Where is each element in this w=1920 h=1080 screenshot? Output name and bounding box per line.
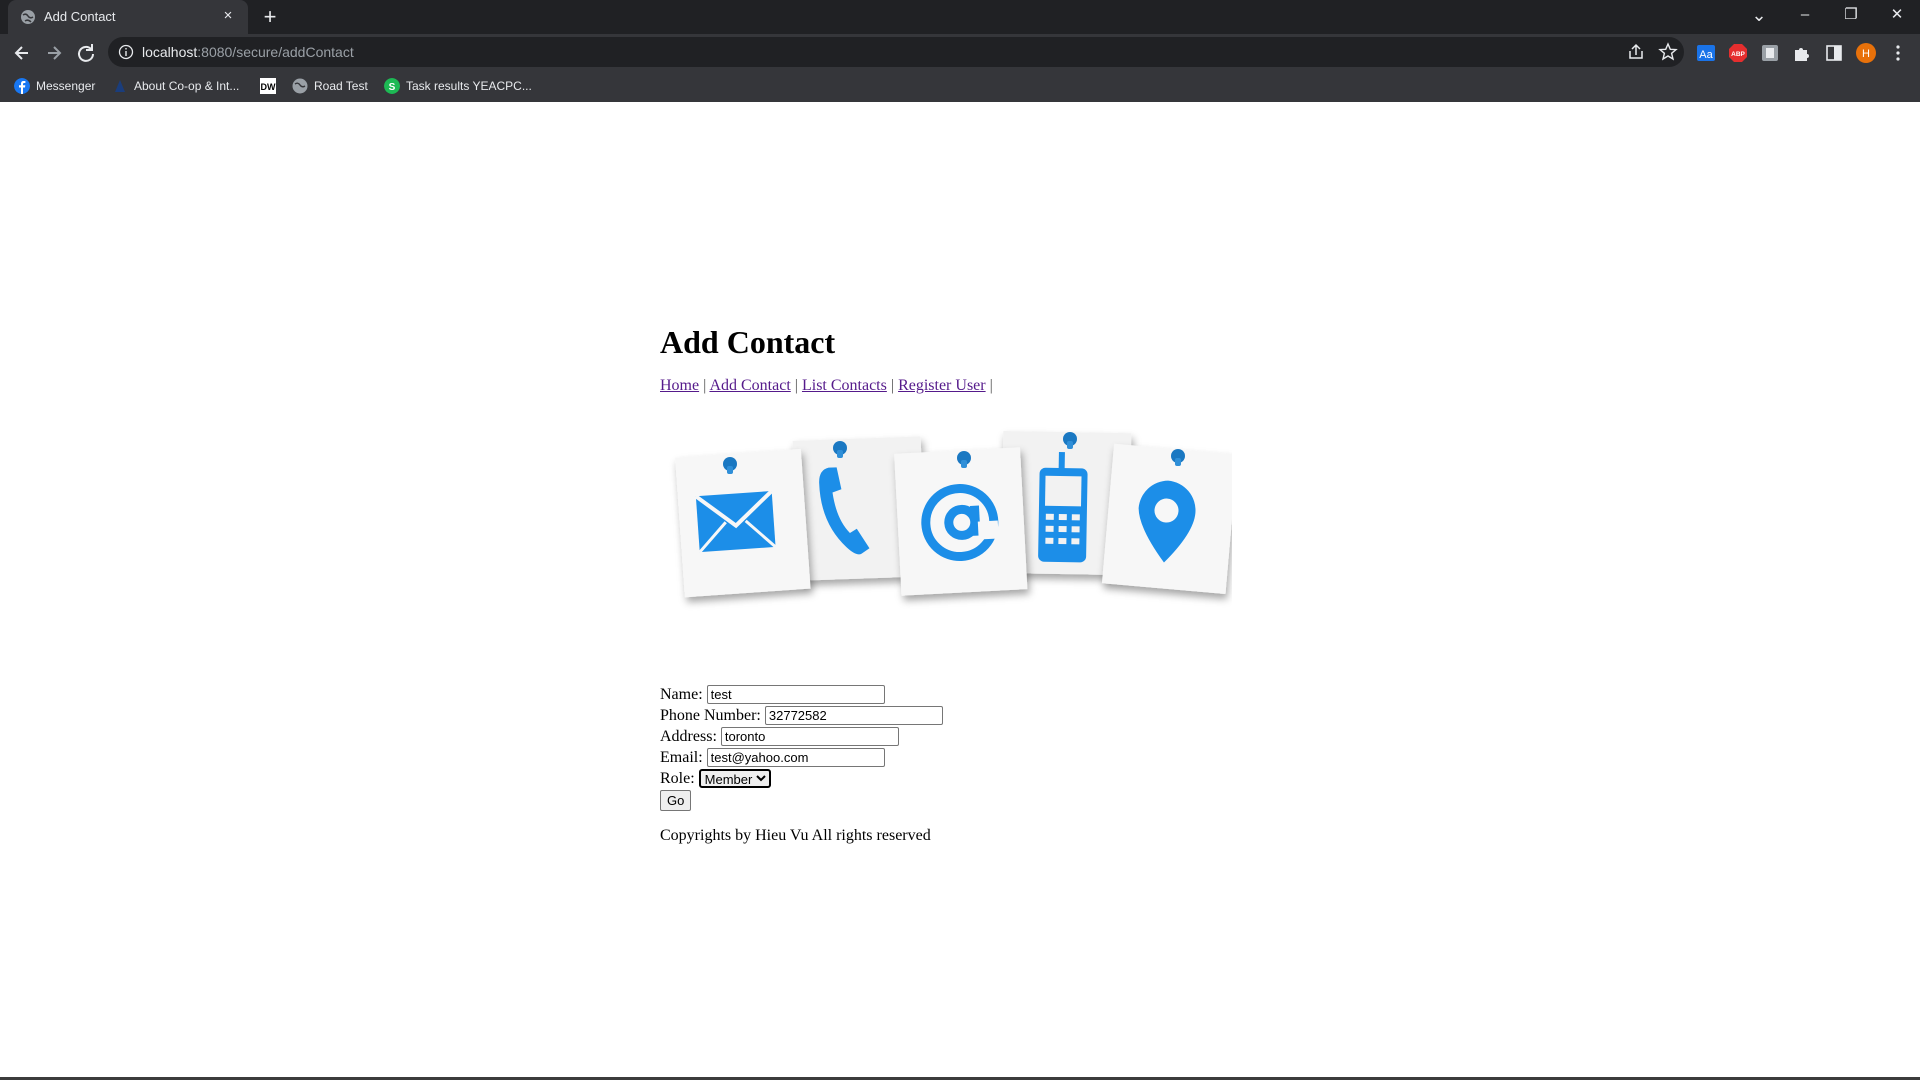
puzzle-icon[interactable]: [1792, 43, 1812, 63]
nav-separator: |: [989, 377, 993, 394]
main-content: Add Contact Home | Add Contact | List Co…: [660, 322, 1232, 845]
minimize-button[interactable]: –: [1782, 0, 1828, 30]
role-select[interactable]: Member: [698, 769, 771, 788]
bookmark-road-test[interactable]: Road Test: [292, 76, 368, 96]
bookmark-label: Task results YEACPC...: [406, 79, 532, 93]
share-icon[interactable]: [1626, 42, 1646, 62]
svg-text:H: H: [1862, 48, 1870, 60]
phone-label: Phone Number:: [660, 707, 761, 724]
page-title: Add Contact: [660, 324, 836, 360]
svg-text:ABP: ABP: [1731, 51, 1745, 58]
name-row: Name:: [660, 684, 1232, 705]
profile-avatar[interactable]: H: [1856, 43, 1876, 63]
tab-title: Add Contact: [44, 9, 116, 24]
browser-chrome: Add Contact × + ⌄ – ❐ ✕ localhost:8080/s…: [0, 0, 1920, 102]
sidepanel-icon[interactable]: [1824, 43, 1844, 63]
at-note: [894, 447, 1028, 596]
forward-icon[interactable]: [40, 39, 68, 67]
web-page: Add Contact Home | Add Contact | List Co…: [0, 102, 1920, 1080]
go-button[interactable]: Go: [660, 790, 692, 811]
role-row: Role: Member: [660, 768, 1232, 789]
name-input[interactable]: [706, 685, 885, 704]
address-input[interactable]: [720, 727, 899, 746]
add-contact-form: Name: Phone Number: Address: Email: Role…: [660, 684, 1232, 811]
bookmark-coop[interactable]: About Co-op & Int...: [112, 76, 239, 96]
s-icon: [115, 80, 125, 92]
bookmarks-bar: Messenger About Co-op & Int... DW Road T…: [0, 70, 1920, 102]
restore-button[interactable]: ❐: [1828, 0, 1874, 30]
globe-icon: [21, 10, 35, 24]
phone-row: Phone Number:: [660, 705, 1232, 726]
tab-search-icon[interactable]: ⌄: [1736, 0, 1782, 30]
bookmark-label: Road Test: [314, 79, 368, 93]
nav-separator: |: [794, 377, 798, 394]
bookmark-task-results[interactable]: S Task results YEACPC...: [384, 76, 532, 96]
url-text[interactable]: localhost:8080/secure/addContact: [142, 44, 354, 60]
nav-link-register-user[interactable]: Register User: [898, 377, 986, 394]
menu-kebab-icon[interactable]: [1888, 43, 1908, 63]
bookmark-messenger[interactable]: Messenger: [14, 76, 95, 96]
dw-icon: DW: [260, 78, 276, 94]
tab-strip: Add Contact × + ⌄ – ❐ ✕: [0, 0, 1920, 34]
envelope-note: [675, 448, 811, 598]
new-tab-button[interactable]: +: [258, 5, 282, 29]
envelope-icon: [694, 489, 777, 554]
close-tab-icon[interactable]: ×: [218, 6, 238, 26]
reload-icon[interactable]: [72, 39, 100, 67]
close-window-button[interactable]: ✕: [1874, 0, 1920, 30]
s-green-icon: S: [384, 78, 400, 94]
email-row: Email:: [660, 747, 1232, 768]
nav-links: Home | Add Contact | List Contacts | Reg…: [660, 376, 1232, 396]
toolbar: localhost:8080/secure/addContact Aa ABP: [0, 34, 1920, 70]
svg-text:DW: DW: [261, 82, 276, 92]
nav-separator: |: [703, 377, 707, 394]
globe-icon: [292, 78, 308, 94]
address-bar[interactable]: localhost:8080/secure/addContact: [108, 37, 1684, 67]
pin-note: [1101, 443, 1232, 595]
email-input[interactable]: [706, 748, 885, 767]
bookmark-label: About Co-op & Int...: [134, 79, 240, 93]
svg-text:Aa: Aa: [1699, 49, 1713, 61]
email-label: Email:: [660, 749, 703, 766]
bookmark-dw[interactable]: DW: [260, 76, 276, 96]
browser-tab[interactable]: Add Contact ×: [8, 0, 248, 34]
name-label: Name:: [660, 686, 703, 703]
role-label: Role:: [660, 770, 695, 787]
dictionary-icon[interactable]: Aa: [1696, 43, 1716, 63]
adblock-icon[interactable]: ABP: [1728, 43, 1748, 63]
nav-link-home[interactable]: Home: [660, 377, 699, 394]
nav-link-list-contacts[interactable]: List Contacts: [802, 377, 887, 394]
bookmark-star-icon[interactable]: [1658, 42, 1678, 62]
info-icon[interactable]: [118, 44, 134, 60]
phone-input[interactable]: [764, 706, 943, 725]
nav-separator: |: [890, 377, 895, 394]
facebook-icon: [14, 78, 30, 94]
svg-text:S: S: [389, 82, 396, 93]
address-row: Address:: [660, 726, 1232, 747]
contact-icons-image: [675, 430, 1232, 598]
bookmark-label: Messenger: [36, 79, 96, 93]
back-icon[interactable]: [8, 39, 36, 67]
address-label: Address:: [660, 728, 717, 745]
copyright-footer: Copyrights by Hieu Vu All rights reserve…: [660, 827, 931, 844]
extension-gray-icon[interactable]: [1760, 43, 1780, 63]
nav-link-add-contact[interactable]: Add Contact: [709, 377, 790, 394]
